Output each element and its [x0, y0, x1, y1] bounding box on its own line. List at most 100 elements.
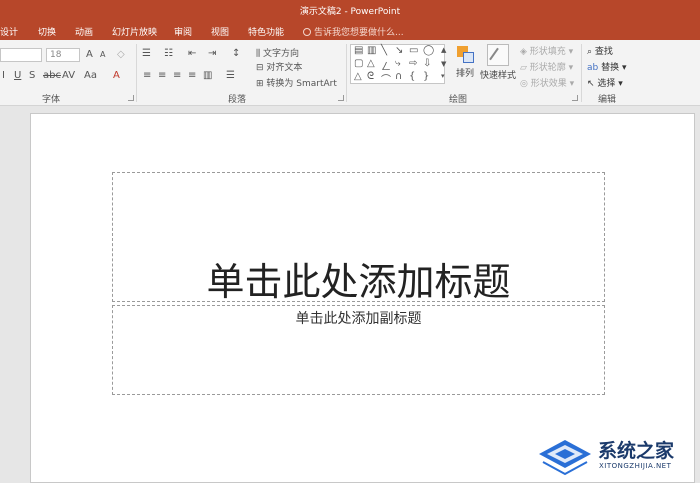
shrink-font-button[interactable]: A	[100, 50, 105, 59]
brace-shape-icon[interactable]: {	[409, 71, 415, 82]
drawing-dialog-launcher-icon[interactable]	[572, 95, 578, 101]
title-placeholder-text: 单击此处添加标题	[206, 260, 511, 304]
tab-animations[interactable]: 动画	[75, 25, 93, 38]
watermark-logo-icon	[539, 440, 591, 476]
align-center-icon[interactable]: ≡	[158, 70, 166, 81]
font-name-box[interactable]	[0, 48, 42, 62]
align-text-label: 对齐文本	[266, 63, 303, 73]
group-divider	[581, 44, 582, 102]
right-arrow-shape-icon[interactable]: ⇨	[409, 58, 417, 69]
underline-icon[interactable]: U	[14, 70, 21, 81]
tell-me-box[interactable]: 告诉我您想要做什么...	[303, 25, 404, 38]
shape-fill-label: 形状填充	[529, 47, 566, 57]
quick-styles-button[interactable]: 快速样式	[480, 44, 516, 81]
align-left-icon[interactable]: ≡	[143, 70, 151, 81]
tab-review[interactable]: 审阅	[174, 25, 192, 38]
replace-icon: ab	[587, 63, 599, 73]
quick-styles-icon	[487, 44, 509, 66]
align-text-button[interactable]: ⊟ 对齐文本	[256, 60, 302, 73]
arc-shape-icon[interactable]: ⌒	[381, 71, 391, 86]
freeform-shape-icon[interactable]: △	[354, 71, 362, 82]
triangle-shape-icon[interactable]: △	[367, 58, 375, 69]
arrow-line-shape-icon[interactable]: ↘	[395, 45, 403, 56]
arrange-button[interactable]: 排列	[451, 44, 479, 79]
wave-shape-icon[interactable]: ∩	[395, 71, 402, 82]
tab-features[interactable]: 特色功能	[248, 25, 284, 38]
textbox-shape-icon[interactable]: ▤	[354, 45, 363, 56]
search-icon: ⌕	[587, 47, 593, 57]
shape-effects-button[interactable]: ◎ 形状效果 ▾	[520, 76, 574, 89]
watermark-text: 系统之家	[598, 440, 675, 462]
smartart-button[interactable]: ⊞ 转换为 SmartArt	[256, 76, 337, 89]
rectangle-shape-icon[interactable]: ▭	[409, 45, 418, 56]
replace-button[interactable]: ab 替换 ▾	[587, 60, 627, 73]
window-title: 演示文稿2 - PowerPoint	[299, 7, 401, 17]
bullets-icon[interactable]: ☰	[142, 48, 151, 59]
change-case-button[interactable]: Aa	[84, 70, 97, 81]
arrange-icon	[455, 44, 475, 64]
group-divider	[346, 44, 347, 102]
shape-outline-label: 形状轮廓	[529, 63, 566, 73]
justify-icon[interactable]: ≡	[188, 70, 196, 81]
subtitle-placeholder[interactable]: 单击此处添加副标题	[112, 305, 605, 395]
line-spacing-icon[interactable]: ↕	[232, 48, 240, 59]
tab-view[interactable]: 视图	[211, 25, 229, 38]
tab-slideshow[interactable]: 幻灯片放映	[112, 25, 157, 38]
paragraph-group-label: 段落	[228, 95, 247, 105]
clear-format-icon[interactable]: ◇	[117, 49, 125, 60]
gallery-scroll-down-icon[interactable]: ▼	[441, 60, 446, 68]
elbow-arrow-shape-icon[interactable]: ⤷	[395, 58, 401, 69]
font-dialog-launcher-icon[interactable]	[128, 95, 134, 101]
title-placeholder[interactable]: 单击此处添加标题	[112, 172, 605, 304]
replace-label: 替换	[601, 63, 620, 73]
numbering-icon[interactable]: ☷	[164, 48, 173, 59]
rounded-rect-shape-icon[interactable]: ▢	[354, 58, 363, 69]
font-size-box[interactable]: 18	[46, 48, 80, 62]
shape-gallery[interactable]: ▤ ▥ ╲ ↘ ▭ ◯ ▢ △ ㄥ ⤷ ⇨ ⇩ △ ᘓ ⌒ ∩ { }	[350, 44, 445, 86]
ribbon: 18 A A ◇ I U S abc AV Aa A 字体 ☰ ☷ ⇤ ⇥ ↕ …	[0, 40, 700, 106]
curve-shape-icon[interactable]: ᘓ	[367, 71, 374, 82]
char-spacing-icon[interactable]: AV	[62, 70, 75, 81]
distributed-icon[interactable]: ▥	[203, 70, 212, 81]
shape-fill-button[interactable]: ◈ 形状填充 ▾	[520, 44, 573, 57]
editing-group-label: 编辑	[598, 95, 617, 105]
oval-shape-icon[interactable]: ◯	[423, 45, 434, 56]
title-bar: 演示文稿2 - PowerPoint	[0, 0, 700, 20]
decrease-indent-icon[interactable]: ⇤	[188, 48, 196, 59]
find-button[interactable]: ⌕ 查找	[587, 44, 613, 57]
drawing-group-label: 绘图	[449, 95, 468, 105]
select-label: 选择	[597, 79, 616, 89]
columns-icon[interactable]: ☰	[226, 70, 235, 81]
arrange-label: 排列	[455, 69, 474, 79]
watermark-url: XITONGZHIJIA.NET	[599, 462, 672, 470]
tab-design[interactable]: 设计	[0, 25, 18, 38]
increase-indent-icon[interactable]: ⇥	[208, 48, 216, 59]
ribbon-tabs: 设计 切换 动画 幻灯片放映 审阅 视图 特色功能 告诉我您想要做什么...	[0, 20, 700, 40]
vertical-textbox-shape-icon[interactable]: ▥	[367, 45, 376, 56]
paragraph-dialog-launcher-icon[interactable]	[338, 95, 344, 101]
grow-font-button[interactable]: A	[86, 49, 93, 60]
down-arrow-shape-icon[interactable]: ⇩	[423, 58, 431, 69]
shadow-icon[interactable]: S	[29, 70, 35, 81]
brace-close-shape-icon[interactable]: }	[423, 71, 429, 82]
subtitle-placeholder-text: 单击此处添加副标题	[295, 311, 422, 327]
select-button[interactable]: ↖ 选择 ▾	[587, 76, 623, 89]
gallery-more-icon[interactable]: ▾	[441, 72, 445, 80]
font-color-button[interactable]: A	[113, 70, 120, 81]
find-label: 查找	[594, 47, 613, 57]
tab-transitions[interactable]: 切换	[38, 25, 56, 38]
tell-me-placeholder: 告诉我您想要做什么...	[314, 28, 404, 38]
align-right-icon[interactable]: ≡	[173, 70, 181, 81]
gallery-scroll-up-icon[interactable]: ▲	[441, 46, 446, 54]
font-group-label: 字体	[42, 95, 61, 105]
quick-styles-label: 快速样式	[480, 71, 517, 81]
font-size-value: 18	[50, 50, 62, 60]
strikethrough-icon[interactable]: abc	[43, 70, 61, 81]
italic-icon[interactable]: I	[2, 70, 5, 81]
shape-effects-label: 形状效果	[530, 79, 567, 89]
group-divider	[136, 44, 137, 102]
text-direction-button[interactable]: ⫼ 文字方向	[256, 46, 299, 59]
shape-outline-button[interactable]: ▱ 形状轮廓 ▾	[520, 60, 573, 73]
text-direction-label: 文字方向	[263, 49, 300, 59]
line-shape-icon[interactable]: ╲	[381, 45, 387, 56]
